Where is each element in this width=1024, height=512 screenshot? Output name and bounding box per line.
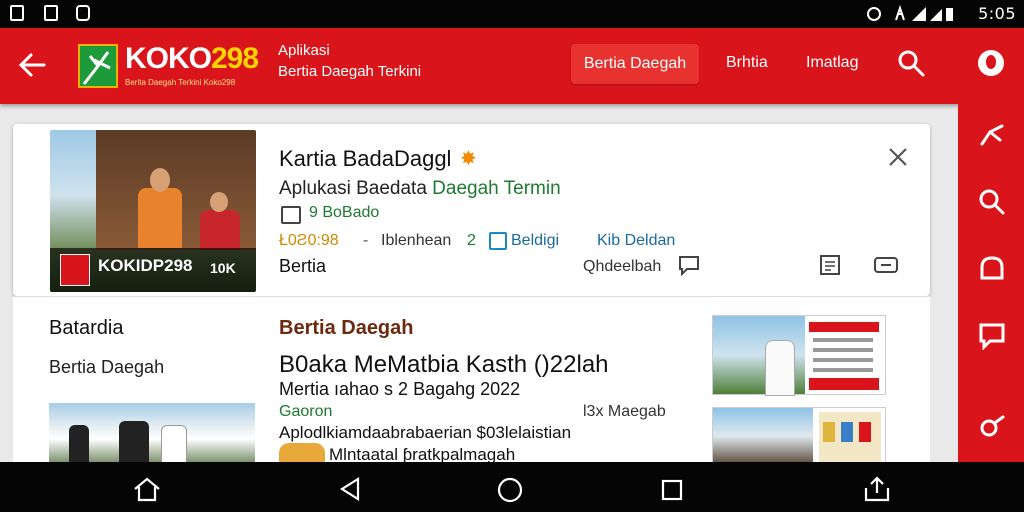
vibrate-icon (895, 4, 905, 21)
nav-tab-brhtia[interactable]: Brhtia (726, 54, 768, 72)
person-figure (138, 188, 182, 248)
share-icon[interactable] (873, 256, 899, 274)
system-icons (867, 4, 953, 21)
meta-label: Iblenhean (381, 232, 452, 249)
thumbnail-caption: KOKIDP298 (98, 256, 193, 275)
home-nav-icon[interactable] (132, 476, 162, 502)
news-thumbnail-right[interactable] (712, 315, 886, 396)
author-label[interactable]: Kib Deldan (597, 232, 675, 250)
shield-notification-icon (76, 5, 90, 21)
card-subtitle: Aplukasi Baedata Daegah Termin (279, 178, 561, 199)
logo-wordmark: KOKO298 (125, 42, 259, 75)
settings-icon[interactable] (978, 412, 1006, 440)
app-bar: KOKO298 Berita Daegah Terkini Koko298 Ap… (0, 28, 1024, 104)
system-nav-bar (0, 462, 1024, 512)
person-figure (200, 210, 240, 250)
card-title[interactable]: Kartia BadaDaggl (279, 146, 451, 172)
message-icon[interactable] (978, 322, 1006, 350)
date-label: Ł0Ƨ0:98 (279, 232, 339, 249)
side-subheading[interactable]: Bertia Daegah (49, 357, 164, 378)
headline[interactable]: B0aka MeMatbia Kasth ()22lah (279, 351, 609, 379)
close-icon[interactable] (887, 146, 909, 168)
source-label: 9 BoBado (309, 204, 380, 221)
news-list-section: Batardia Bertia Daegah Bertia Daegah B0a… (13, 296, 930, 465)
tag-icon (489, 232, 507, 250)
notification-icon (10, 5, 24, 21)
share-nav-icon[interactable] (862, 474, 892, 504)
home-icon[interactable] (978, 254, 1006, 282)
search-icon[interactable] (978, 188, 1006, 216)
app-subtitle-2: Bertia Daegah Terkini (278, 63, 422, 80)
news-thumbnail-right-2[interactable] (712, 407, 886, 465)
tag-label[interactable]: Beldigi (511, 232, 559, 250)
news-thumbnail[interactable] (49, 403, 255, 465)
image-notification-icon (44, 5, 58, 21)
battery-icon (946, 8, 953, 21)
avatar (279, 443, 325, 463)
home-circle-icon[interactable] (496, 476, 524, 504)
article-icon[interactable] (819, 254, 841, 276)
recents-icon[interactable] (660, 478, 684, 502)
news-thumbnail[interactable]: KOKIDP298 10K (50, 130, 256, 292)
side-heading: Batardia (49, 317, 124, 339)
nav-tab-active[interactable]: Bertia Daegah (571, 44, 699, 84)
alarm-icon (867, 7, 881, 21)
comment-icon[interactable] (677, 254, 701, 276)
status-bar: 5:05 (0, 0, 1024, 28)
news-card-featured[interactable]: KOKIDP298 10K Kartia BadaDaggl ✸ Aplukas… (13, 124, 930, 296)
logo (78, 44, 118, 88)
nav-tab-imatlag[interactable]: Imatlag (806, 54, 858, 72)
category-label: Bertia (279, 256, 327, 276)
document-icon (281, 206, 301, 224)
app-subtitle: Aplikasi (278, 42, 330, 59)
logo-icon (60, 254, 90, 286)
clock: 5:05 (978, 4, 1016, 23)
views-label: l3x Maegab (583, 403, 666, 420)
profile-icon[interactable] (978, 50, 1004, 76)
view-count: 10K (210, 260, 236, 276)
star-icon: ✸ (460, 148, 477, 170)
meta-count: 2 (467, 232, 476, 249)
date-line: Mertia ıahao s 2 Bagahg 2022 (279, 379, 521, 399)
summary: Aplodlkiamdaabrabaerian $03lelaistian (279, 423, 572, 442)
runner-icon[interactable] (978, 120, 1006, 148)
side-rail (958, 104, 1024, 462)
logo-runner-icon (82, 51, 111, 85)
logo-tagline: Berita Daegah Terkini Koko298 (125, 78, 236, 87)
separator: - (363, 232, 369, 249)
comment-label[interactable]: Qhdeelbah (583, 258, 661, 276)
source-label: Gaoron (279, 403, 333, 420)
signal-icon (930, 9, 942, 21)
section-title: Bertia Daegah (279, 317, 414, 339)
back-arrow-icon[interactable] (14, 48, 52, 82)
wifi-icon (912, 7, 926, 21)
search-icon[interactable] (896, 48, 926, 78)
back-nav-icon[interactable] (338, 476, 362, 502)
